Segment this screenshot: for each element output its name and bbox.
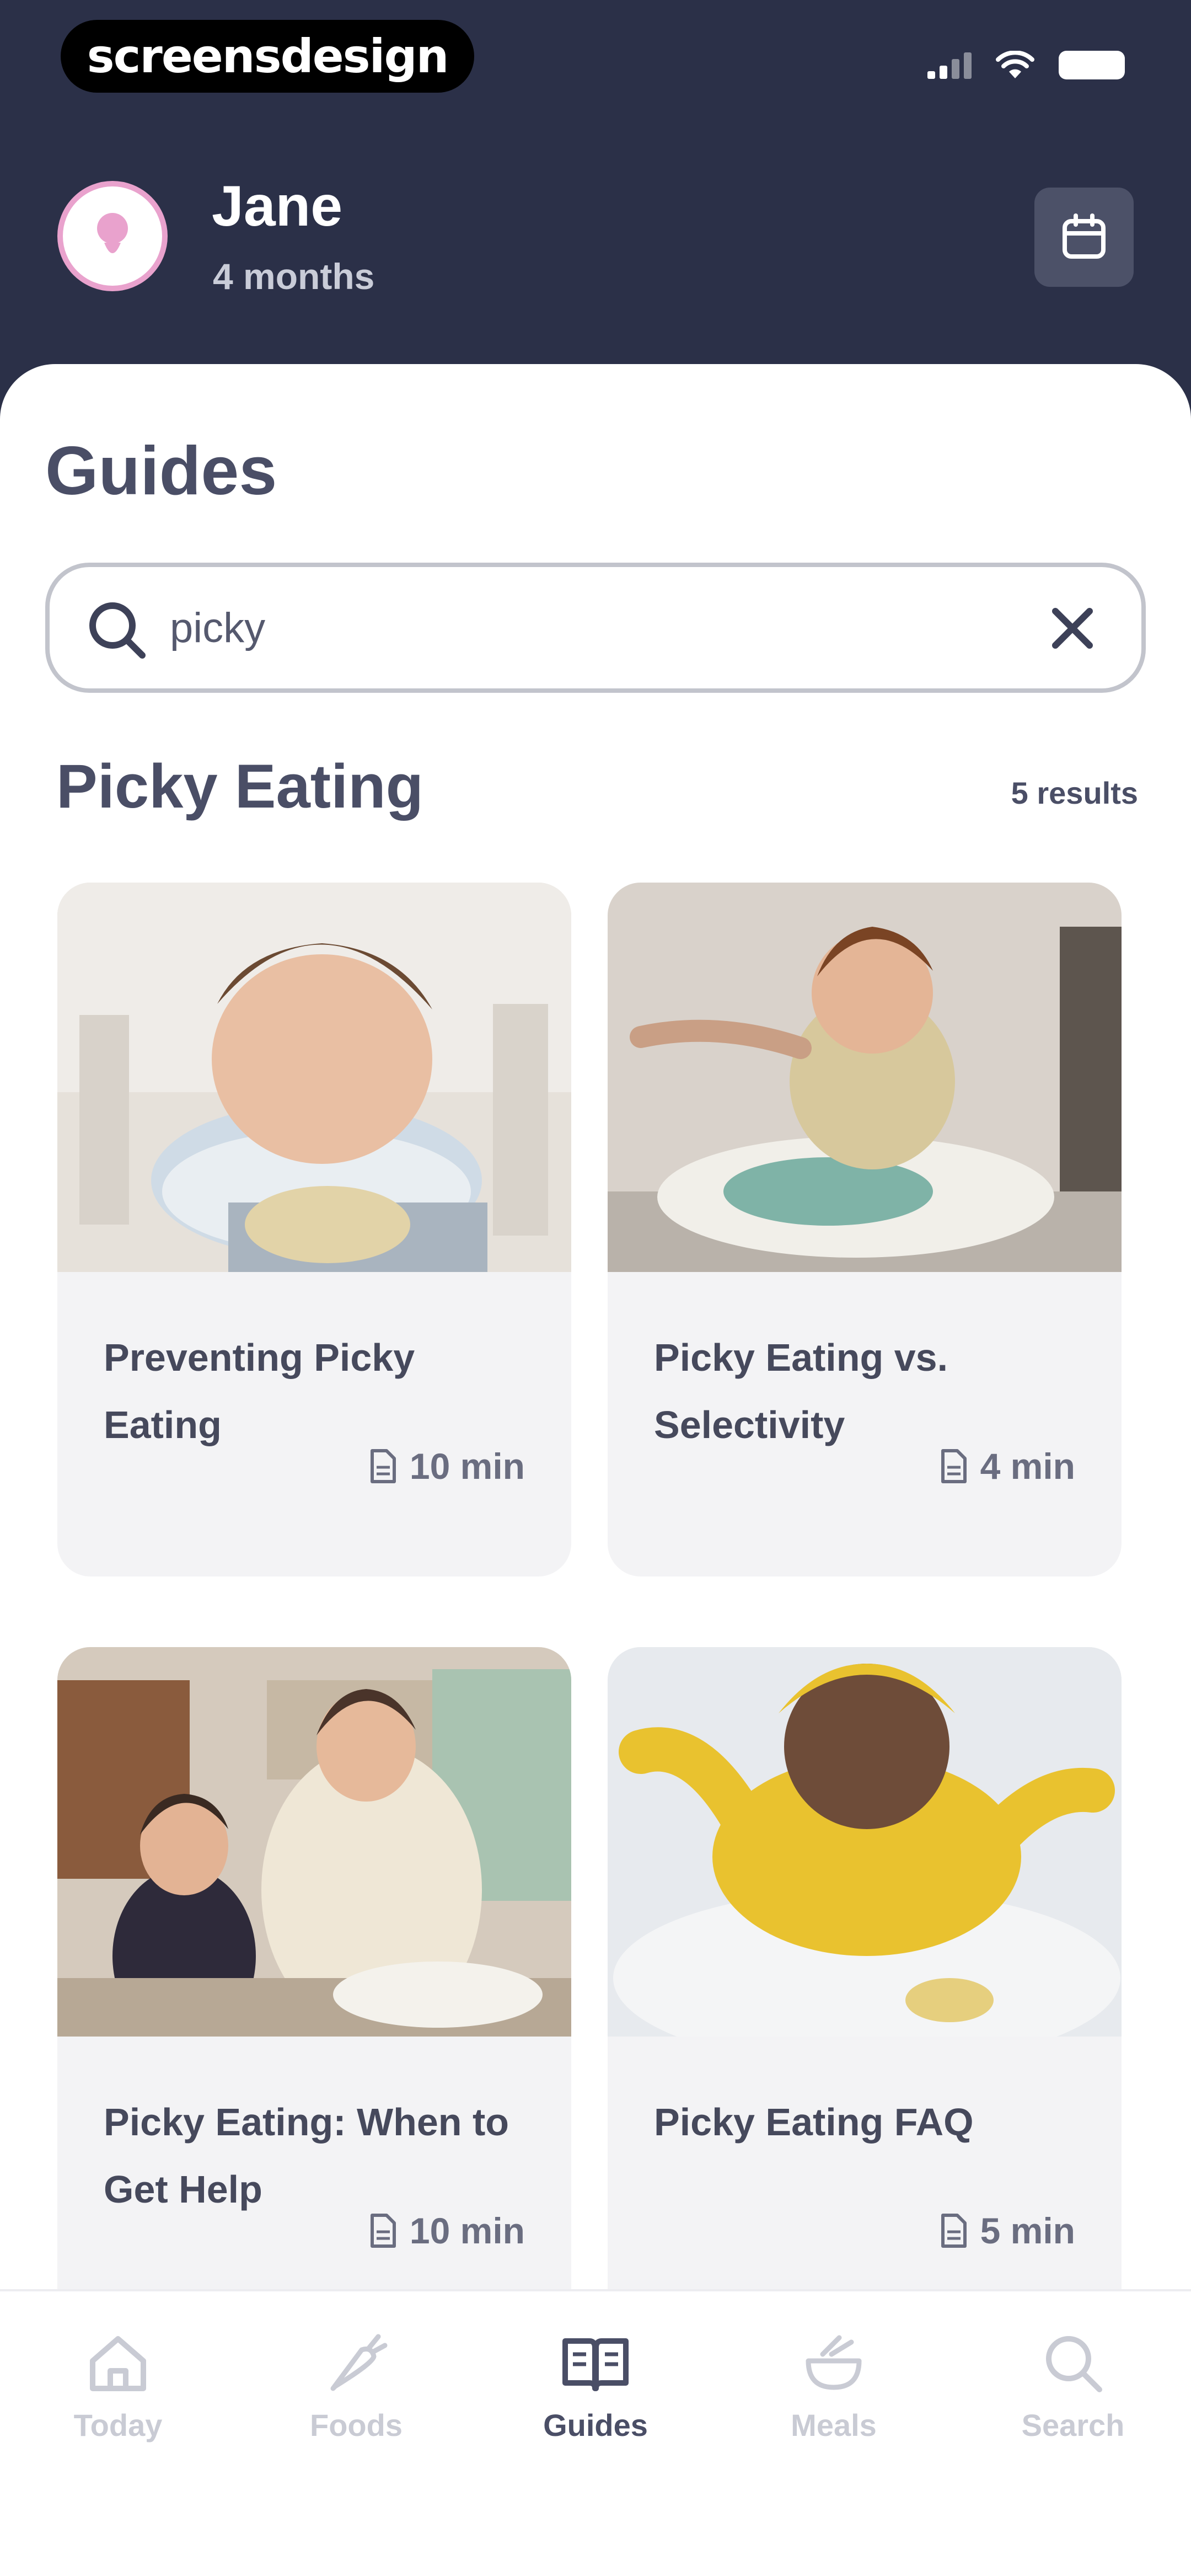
document-icon xyxy=(370,2214,396,2248)
cellular-signal-icon xyxy=(927,51,972,79)
tab-search[interactable]: Search xyxy=(990,2324,1156,2443)
bottom-tab-bar: Today Foods Guides Meals Search xyxy=(0,2289,1191,2576)
book-icon xyxy=(562,2338,629,2391)
read-time: 10 min xyxy=(369,1445,525,1487)
document-icon xyxy=(370,1449,396,1483)
profile-name: Jane xyxy=(212,174,343,238)
read-time: 10 min xyxy=(369,2210,525,2252)
page-title: Guides xyxy=(45,433,277,509)
search-bar[interactable] xyxy=(45,563,1146,693)
app-header: screensdesign Jane 4 months xyxy=(0,0,1191,386)
status-icons xyxy=(927,51,1125,79)
search-input[interactable] xyxy=(170,597,997,659)
battery-icon xyxy=(1059,51,1125,79)
tab-guides[interactable]: Guides xyxy=(513,2324,678,2443)
baby-avatar[interactable] xyxy=(57,181,168,291)
home-icon xyxy=(90,2336,146,2391)
guide-photo xyxy=(608,883,1122,1272)
section-title: Picky Eating xyxy=(56,752,424,821)
guide-photo xyxy=(608,1647,1122,2037)
guide-card[interactable]: Picky Eating vs. Selectivity 4 min xyxy=(608,883,1122,1576)
guide-photo xyxy=(57,1647,571,2037)
tab-label: Today xyxy=(73,2408,163,2443)
guide-card[interactable]: Picky Eating: When to Get Help 10 min xyxy=(57,1647,571,2295)
bowl-icon xyxy=(806,2335,862,2390)
calendar-button[interactable] xyxy=(1034,188,1134,287)
tab-label: Guides xyxy=(543,2408,648,2443)
tab-today[interactable]: Today xyxy=(35,2324,201,2443)
guide-photo xyxy=(57,883,571,1272)
read-time-label: 4 min xyxy=(980,1446,1075,1487)
clear-search-icon[interactable] xyxy=(1042,598,1103,659)
guide-title: Picky Eating vs. Selectivity xyxy=(654,1336,948,1446)
read-time: 4 min xyxy=(940,1445,1075,1487)
wifi-icon xyxy=(996,51,1034,78)
guide-card[interactable]: Picky Eating FAQ 5 min xyxy=(608,1647,1122,2295)
guides-panel: Guides Picky Eating 5 results Preventing… xyxy=(0,364,1191,2295)
result-count: 5 results xyxy=(1011,776,1138,810)
search-icon xyxy=(89,602,146,659)
tab-label: Meals xyxy=(791,2408,877,2443)
guide-title: Picky Eating: When to Get Help xyxy=(104,2101,509,2211)
profile-age: 4 months xyxy=(213,256,375,297)
tab-label: Foods xyxy=(310,2408,403,2443)
read-time-label: 5 min xyxy=(980,2210,1075,2251)
guide-title: Picky Eating FAQ xyxy=(654,2101,974,2144)
document-icon xyxy=(941,1449,967,1483)
guide-card[interactable]: Preventing Picky Eating 10 min xyxy=(57,883,571,1576)
tab-label: Search xyxy=(1021,2408,1125,2443)
screensdesign-watermark: screensdesign xyxy=(61,20,474,93)
calendar-icon xyxy=(1063,213,1106,259)
carrot-icon xyxy=(330,2334,388,2391)
read-time-label: 10 min xyxy=(409,1446,525,1487)
document-icon xyxy=(941,2214,967,2248)
read-time-label: 10 min xyxy=(409,2210,525,2251)
tab-foods[interactable]: Foods xyxy=(273,2324,439,2443)
read-time: 5 min xyxy=(940,2210,1075,2252)
baby-icon xyxy=(97,213,128,253)
tab-meals[interactable]: Meals xyxy=(751,2324,916,2443)
guide-title: Preventing Picky Eating xyxy=(104,1336,415,1446)
search-icon xyxy=(1046,2336,1102,2392)
